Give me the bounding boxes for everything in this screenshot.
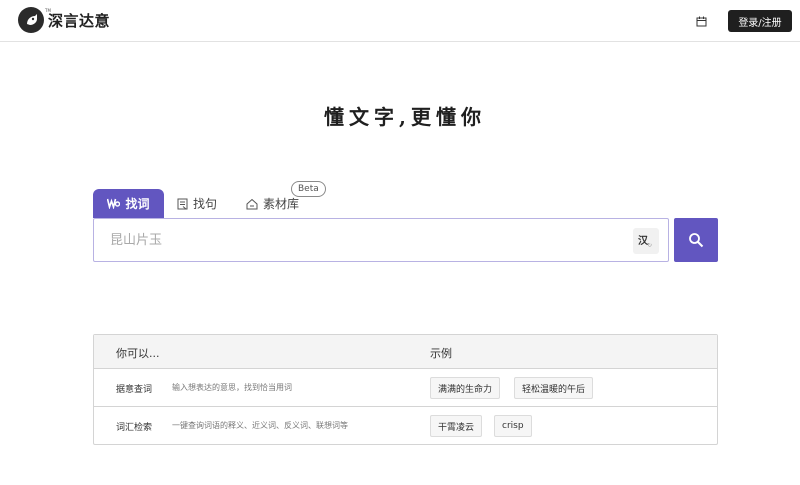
tab-material-library[interactable]: 素材库 [246, 189, 299, 218]
trademark-label: TM [45, 8, 51, 13]
ime-toggle-button[interactable]: 汉 ↻ [633, 228, 659, 254]
usage-guide-table: 你可以... 示例 据意查词 输入想表达的意思，找到恰当用词 满满的生命力 轻松… [93, 334, 718, 445]
table-row: 词汇检索 一键查询词语的释义、近义词、反义词、联想词等 干霄凌云 crisp [94, 407, 717, 445]
row-feature-description: 输入想表达的意思，找到恰当用词 [172, 383, 292, 392]
search-input[interactable] [94, 219, 624, 261]
search-mode-tabs: 找词 找句 素材库 Beta [93, 181, 393, 218]
example-chip[interactable]: crisp [494, 415, 532, 437]
brand-name: 深言达意 [48, 11, 111, 30]
header-you-can: 你可以... [116, 347, 160, 360]
calendar-icon [696, 16, 706, 26]
row-feature-name: 词汇检索 [116, 423, 153, 433]
row-feature-name: 据意查词 [116, 385, 153, 395]
row-feature-description: 一键查询词语的释义、近义词、反义词、联想词等 [172, 421, 348, 430]
search-button[interactable] [674, 218, 718, 262]
logo-mark-icon [18, 7, 44, 33]
table-header: 你可以... 示例 [94, 335, 717, 369]
word-icon [107, 198, 121, 209]
table-row: 据意查词 输入想表达的意思，找到恰当用词 满满的生命力 轻松温暖的午后 [94, 369, 717, 407]
ime-switch-icon: ↻ [647, 242, 653, 249]
search-icon [689, 233, 704, 248]
example-chip[interactable]: 干霄凌云 [430, 415, 483, 437]
login-register-button[interactable]: 登录/注册 [728, 10, 792, 32]
tab-find-word[interactable]: 找词 [93, 189, 164, 218]
page-slogan: 懂文字,更懂你 [324, 105, 486, 129]
header-examples: 示例 [430, 347, 452, 360]
material-icon [246, 198, 258, 210]
tab-label: 找词 [125, 197, 150, 211]
calendar-button[interactable] [693, 13, 709, 29]
beta-badge: Beta [291, 181, 326, 197]
tab-label: 素材库 [263, 197, 300, 211]
top-header: TM 深言达意 登录/注册 [0, 0, 800, 42]
sentence-icon [177, 198, 188, 210]
tab-label: 找句 [193, 197, 218, 211]
search-box: 汉 ↻ [93, 218, 669, 262]
brand-logo[interactable]: TM 深言达意 [18, 7, 110, 33]
example-chip[interactable]: 满满的生命力 [430, 377, 501, 399]
tab-find-sentence[interactable]: 找句 [177, 189, 217, 218]
example-chip[interactable]: 轻松温暖的午后 [514, 377, 594, 399]
